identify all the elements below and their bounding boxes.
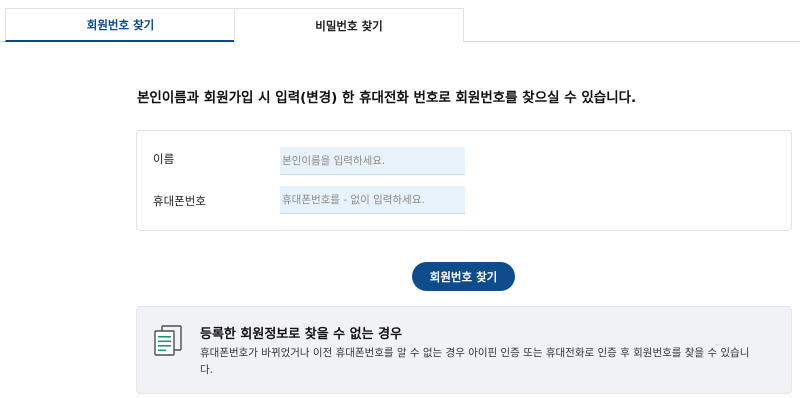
notice-title: 등록한 회원정보로 찾을 수 없는 경우 [200,327,403,342]
tab-bar: 회원번호 찾기 비밀번호 찾기 [0,0,800,42]
tab-find-member-number[interactable]: 회원번호 찾기 [5,8,235,42]
notice-box: 등록한 회원정보로 찾을 수 없는 경우 휴대폰번호가 바뀌었거나 이전 휴대폰… [136,306,792,394]
phone-input[interactable] [280,186,465,214]
document-icon [151,323,185,357]
find-member-number-button[interactable]: 회원번호 찾기 [412,262,515,291]
find-form: 이름 휴대폰번호 [136,130,792,231]
tab-find-password[interactable]: 비밀번호 찾기 [234,8,464,42]
name-label: 이름 [153,152,175,166]
page-headline: 본인이름과 회원가입 시 입력(변경) 한 휴대전화 번호로 회원번호를 찾으실… [137,90,637,106]
name-input[interactable] [280,147,465,175]
notice-text: 휴대폰번호가 바뀌었거나 이전 휴대폰번호를 알 수 없는 경우 아이핀 인증 … [200,347,750,376]
phone-label: 휴대폰번호 [153,194,206,208]
